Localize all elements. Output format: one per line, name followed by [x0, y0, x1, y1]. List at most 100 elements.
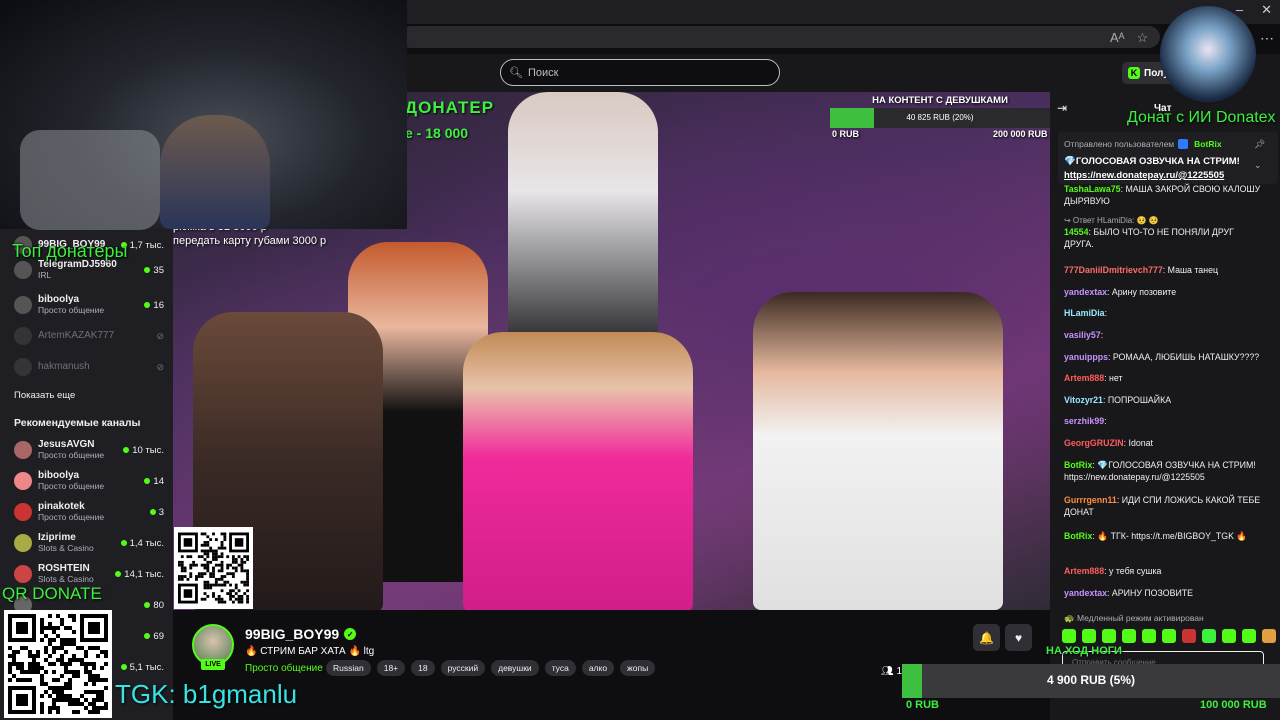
- chat-username[interactable]: BotRix: [1064, 531, 1092, 541]
- chat-username[interactable]: yandextax: [1064, 287, 1107, 297]
- chat-message: ↪ Ответ HLamiDia: 🥺 🥺 14554: БЫЛО ЧТО-ТО …: [1064, 216, 1264, 251]
- recommended-channels-heading: Рекомендуемые каналы: [14, 417, 141, 429]
- qr-code-icon: [8, 614, 108, 714]
- chat-username[interactable]: HLamiDia: [1064, 308, 1105, 318]
- sidebar-followed-channel[interactable]: ArtemKAZAK777 ⊘: [14, 322, 164, 350]
- chat-text: : у тебя сушка: [1104, 566, 1162, 576]
- emote-icon[interactable]: [1202, 629, 1216, 643]
- chat-text: : БЫЛО ЧТО-ТО НЕ ПОНЯЛИ ДРУГ ДРУГА.: [1064, 226, 1234, 249]
- qr-code-icon: [178, 532, 249, 604]
- viewer-count: 80: [144, 600, 164, 611]
- browser-menu-icon[interactable]: ⋯: [1260, 30, 1274, 47]
- stream-qr-code: [174, 527, 253, 609]
- chat-text: : Маша танец: [1162, 265, 1218, 275]
- stream-tag[interactable]: Russian: [326, 660, 371, 676]
- chat-username[interactable]: Artem888: [1064, 566, 1104, 576]
- chat-text: : нет: [1104, 373, 1123, 383]
- channel-name: hakmanush: [38, 361, 90, 373]
- emote-icon[interactable]: [1222, 629, 1236, 643]
- chat-username[interactable]: 777DaniilDmitrievch777: [1064, 265, 1163, 275]
- sidebar-followed-channel[interactable]: hakmanush ⊘: [14, 353, 164, 381]
- reader-mode-icon[interactable]: Aᴬ: [1110, 30, 1125, 46]
- stream-tag[interactable]: русский: [440, 660, 486, 676]
- viewer-count: 10 тыс.: [123, 445, 164, 456]
- chat-message: vasiliy57:: [1064, 330, 1264, 342]
- goal-bottom-min: 0 RUB: [906, 699, 940, 711]
- stream-tag[interactable]: 18: [411, 660, 435, 676]
- ai-avatar-overlay: [1160, 6, 1256, 102]
- chevron-down-icon[interactable]: ⌄: [1254, 160, 1262, 171]
- stream-tag[interactable]: алко: [581, 660, 615, 676]
- emote-icon[interactable]: [1242, 629, 1256, 643]
- emote-icon[interactable]: [1182, 629, 1196, 643]
- emote-icon[interactable]: [1102, 629, 1116, 643]
- sidebar-recommended-channel[interactable]: biboolya Просто общение 14: [14, 467, 164, 495]
- chat-text: :: [1104, 308, 1108, 318]
- search-icon: 🔍︎: [509, 67, 523, 79]
- chat-text: : РОМААА, ЛЮБИШЬ НАТАШКУ????: [1108, 352, 1260, 362]
- kick-logo-icon: K: [1128, 67, 1140, 79]
- emote-icon[interactable]: [1162, 629, 1176, 643]
- stream-tag[interactable]: 18+: [376, 660, 406, 676]
- sidebar-recommended-channel[interactable]: JesusAVGN Просто общение 10 тыс.: [14, 436, 164, 464]
- emote-icon[interactable]: [1082, 629, 1096, 643]
- chat-message: BotRix: 💎ГОЛОСОВАЯ ОЗВУЧКА НА СТРИМ! htt…: [1064, 460, 1264, 484]
- viewer-count: 69: [144, 631, 164, 642]
- sidebar-recommended-channel[interactable]: pinakotek Просто общение 3: [14, 498, 164, 526]
- sidebar-followed-channel[interactable]: biboolya Просто общение 16: [14, 291, 164, 319]
- show-more-link[interactable]: Показать еще: [14, 390, 75, 401]
- chat-username[interactable]: GeorgGRUZIN: [1064, 438, 1124, 448]
- sidebar-recommended-channel[interactable]: Iziprime Slots & Casino 1,4 тыс.: [14, 529, 164, 557]
- chat-username[interactable]: serzhik99: [1064, 416, 1104, 426]
- stream-category-link[interactable]: Просто общение: [245, 663, 323, 674]
- webcam-streamer: [160, 115, 270, 229]
- emote-icon[interactable]: [1262, 629, 1276, 643]
- emote-icon[interactable]: [1142, 629, 1156, 643]
- emote-icon[interactable]: [1062, 629, 1076, 643]
- chat-username[interactable]: yandextax: [1064, 588, 1107, 598]
- channel-category: IRL: [38, 269, 52, 280]
- quick-emote-row[interactable]: [1062, 629, 1280, 643]
- window-controls[interactable]: – ✕: [1236, 2, 1272, 18]
- chat-username[interactable]: Artem888: [1064, 373, 1104, 383]
- favorite-star-icon[interactable]: ☆: [1137, 30, 1149, 46]
- channel-avatar-icon: [14, 565, 32, 583]
- chat-username[interactable]: 14554: [1064, 227, 1088, 237]
- chat-username[interactable]: Gurrrgenn11: [1064, 495, 1117, 505]
- viewer-count: 16: [144, 300, 164, 311]
- viewer-count: 5,1 тыс.: [121, 662, 164, 673]
- emote-icon[interactable]: [1122, 629, 1136, 643]
- chat-message: Vitozyr21: ПОПРОШАЙКА: [1064, 395, 1264, 407]
- chat-text: : 💎ГОЛОСОВАЯ ОЗВУЧКА НА СТРИМ! https://n…: [1064, 460, 1256, 482]
- chat-username[interactable]: yanuippps: [1064, 352, 1108, 362]
- close-window-icon[interactable]: ✕: [1261, 2, 1272, 18]
- channel-name-text[interactable]: 99BIG_BOY99: [245, 626, 339, 642]
- chat-message: yanuippps: РОМААА, ЛЮБИШЬ НАТАШКУ????: [1064, 352, 1264, 364]
- chat-username[interactable]: Vitozyr21: [1064, 395, 1103, 405]
- video-person-white-tee: [753, 292, 1003, 610]
- slow-mode-notice: 🐢 Медленный режим активирован: [1064, 613, 1204, 623]
- chat-username[interactable]: TashaLawa75: [1064, 184, 1121, 194]
- goal-top-min: 0 RUB: [832, 129, 860, 139]
- channel-avatar-icon: [14, 358, 32, 376]
- goal-bottom-max: 100 000 RUB: [1200, 699, 1267, 711]
- chat-username[interactable]: vasiliy57: [1064, 330, 1101, 340]
- chat-message: yandextax: Арину позовите: [1064, 287, 1264, 299]
- notifications-bell-button[interactable]: 🔔: [973, 624, 1000, 651]
- address-bar[interactable]: [400, 26, 1160, 48]
- stream-tag[interactable]: девушки: [491, 660, 539, 676]
- pinned-user[interactable]: BotRix: [1194, 139, 1221, 149]
- unpin-icon[interactable]: 📌︎: [1254, 139, 1265, 150]
- chat-username[interactable]: BotRix: [1064, 460, 1092, 470]
- channel-name[interactable]: 99BIG_BOY99 ✓: [245, 626, 357, 642]
- collapse-chat-icon[interactable]: ⇥: [1057, 101, 1067, 115]
- follow-heart-button[interactable]: ♥: [1005, 624, 1032, 651]
- stream-tag[interactable]: жопы: [620, 660, 656, 676]
- chat-message: HLamiDia:: [1064, 308, 1264, 320]
- search-input[interactable]: 🔍︎ Поиск: [500, 59, 780, 86]
- stream-tag[interactable]: туса: [544, 660, 576, 676]
- pinned-link[interactable]: https://new.donatepay.ru/@1225505: [1064, 170, 1224, 181]
- chat-text: : 🔥 ТГК- https://t.me/BIGBOY_TGK 🔥: [1092, 531, 1248, 541]
- chat-text: : Idonat: [1123, 438, 1153, 448]
- viewer-count: 1,4 тыс.: [121, 538, 164, 549]
